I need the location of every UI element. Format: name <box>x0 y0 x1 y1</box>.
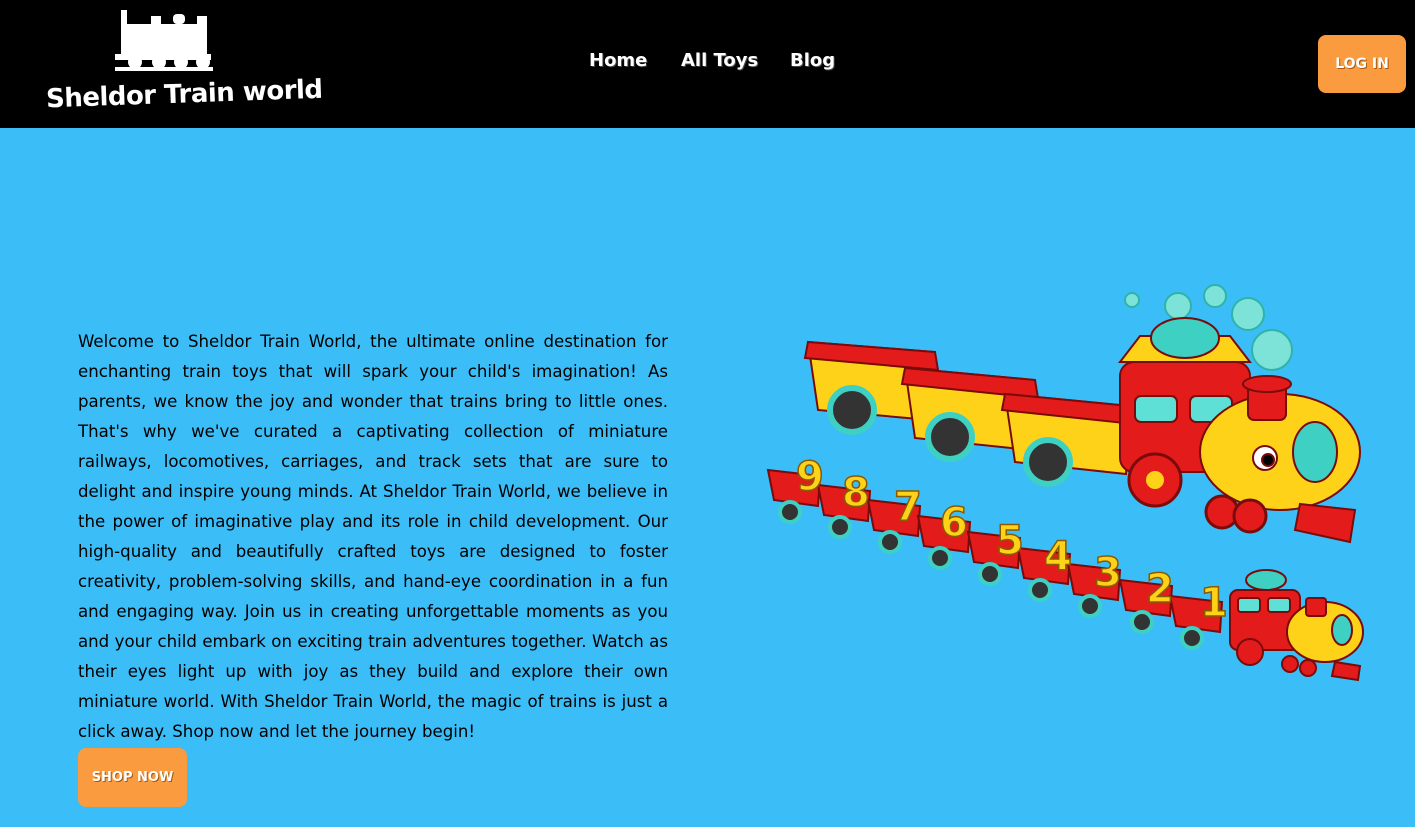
number-label: 5 <box>996 518 1024 564</box>
number-label: 4 <box>1044 534 1072 580</box>
number-label: 1 <box>1200 580 1228 626</box>
number-label: 3 <box>1094 550 1122 596</box>
login-button[interactable]: LOG IN <box>1318 35 1406 93</box>
number-label: 6 <box>940 500 968 546</box>
nav-link-home[interactable]: Home <box>589 50 647 71</box>
train-illustration: 9 8 7 6 5 4 3 2 1 <box>766 284 1364 682</box>
number-label: 7 <box>894 484 922 530</box>
nav-link-all-toys[interactable]: All Toys <box>681 50 758 71</box>
shop-now-button[interactable]: SHOP NOW <box>78 748 187 807</box>
hero-description: Welcome to Sheldor Train World, the ulti… <box>78 331 668 741</box>
navbar: Sheldor Train world Home All Toys Blog L… <box>0 0 1415 128</box>
nav-link-blog[interactable]: Blog <box>790 50 835 71</box>
brand-logo[interactable]: Sheldor Train world <box>40 8 323 120</box>
number-label: 2 <box>1146 566 1174 612</box>
number-label: 8 <box>842 470 870 516</box>
locomotive-icon <box>115 10 213 71</box>
brand-name: Sheldor Train world <box>45 74 324 115</box>
number-label: 9 <box>796 454 824 500</box>
